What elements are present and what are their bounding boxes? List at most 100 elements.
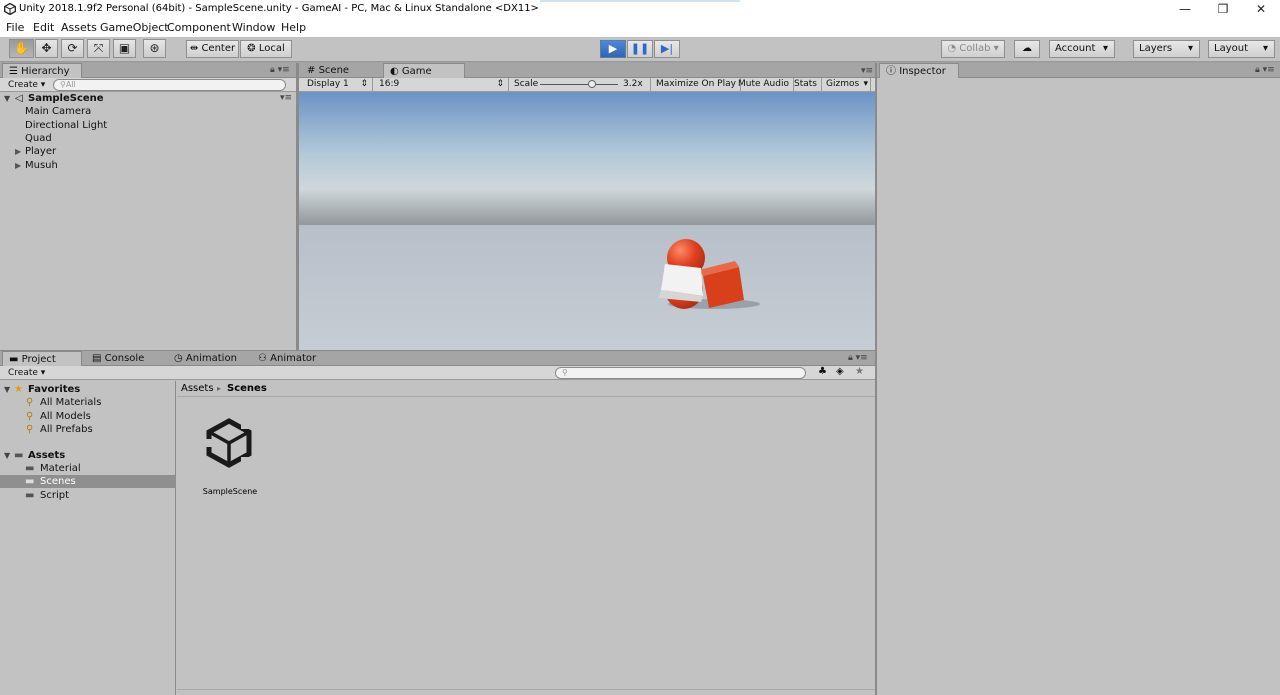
tab-animator[interactable]: ⚇ Animator [252, 351, 336, 366]
tab-inspector[interactable]: ⓘ Inspector [879, 63, 959, 78]
hierarchy-item-player[interactable]: ▶ Player [0, 145, 296, 158]
lock-icon[interactable]: 🔒︎ ▾≡ [270, 65, 290, 75]
splitter-inspector[interactable] [875, 63, 877, 695]
step-button[interactable]: ▶| [654, 40, 680, 58]
display-dropdown[interactable]: Display 1 ⇕ [303, 78, 373, 91]
favorite-all-materials[interactable]: ⚲ All Materials [0, 396, 176, 409]
project-create-button[interactable]: Create ▾ [8, 367, 45, 379]
aspect-dropdown[interactable]: 16:9 ⇕ [375, 78, 509, 91]
mute-audio-toggle[interactable]: Mute Audio [734, 78, 794, 91]
scale-slider-thumb[interactable] [588, 80, 596, 88]
scene-menu-icon[interactable]: ▾≡ [280, 92, 292, 105]
breadcrumb-scenes[interactable]: Scenes [227, 381, 267, 397]
favorite-button[interactable]: ★ [855, 366, 864, 378]
clock-icon: ◷ [174, 353, 183, 364]
expand-arrow-icon[interactable]: ▶ [15, 145, 21, 158]
transform-tool-button[interactable]: ⊛ [143, 39, 166, 58]
project-subbar: Create ▾ ⚲ ♣ ◈ ★ [0, 366, 875, 380]
tab-scene[interactable]: # Scene [301, 63, 381, 78]
title-accent-strip [540, 0, 740, 2]
lock-icon[interactable]: 🔒︎ ▾≡ [1255, 65, 1275, 75]
scale-icon: ⤧ [93, 41, 104, 55]
pivot-center-toggle[interactable]: ⇹ Center [186, 40, 239, 58]
menu-help[interactable]: Help [281, 21, 306, 34]
search-icon: ⚲ [26, 424, 34, 435]
menu-assets[interactable]: Assets [61, 21, 97, 34]
move-tool-button[interactable]: ✥ [35, 39, 58, 58]
menu-component[interactable]: Component [167, 21, 231, 34]
asset-item-samplescene[interactable]: SampleScene [195, 417, 265, 501]
ground-plane [299, 225, 875, 350]
asset-label: SampleScene [202, 487, 258, 496]
folder-icon: ▬ [25, 490, 35, 501]
menu-gameobject[interactable]: GameObject [100, 21, 169, 34]
account-dropdown[interactable]: Account ▾ [1049, 40, 1115, 58]
gizmos-dropdown[interactable]: Gizmos ▾ [822, 78, 871, 91]
filter-type-button[interactable]: ♣ [818, 366, 827, 378]
expand-arrow-icon[interactable]: ▶ [15, 159, 21, 172]
view-tabstrip: # Scene ◐ Game ▾≡ [299, 63, 875, 78]
scale-slider[interactable]: Scale 3.2x [510, 78, 651, 91]
lock-icon[interactable]: 🔒︎ ▾≡ [848, 353, 868, 363]
project-search-input[interactable]: ⚲ [555, 367, 806, 379]
local-globe-icon: ❂ [247, 43, 256, 54]
expand-arrow-icon: ▼ [4, 385, 11, 394]
layout-dropdown[interactable]: Layout ▾ [1208, 40, 1275, 58]
pause-button[interactable]: ❚❚ [627, 40, 653, 58]
folder-scenes[interactable]: ▬ Scenes [0, 475, 176, 488]
menu-window[interactable]: Window [232, 21, 275, 34]
tab-game[interactable]: ◐ Game [383, 63, 465, 78]
inspector-tabstrip: ⓘ Inspector 🔒︎ ▾≡ [877, 63, 1280, 78]
menu-edit[interactable]: Edit [33, 21, 54, 34]
folder-script[interactable]: ▬ Script [0, 489, 176, 502]
pivot-local-toggle[interactable]: ❂ Local [240, 40, 292, 58]
hierarchy-item-quad[interactable]: Quad [0, 132, 296, 145]
project-status-bar [177, 689, 875, 695]
favorite-all-prefabs[interactable]: ⚲ All Prefabs [0, 423, 176, 436]
tab-animation[interactable]: ◷ Animation [168, 351, 252, 366]
scale-tool-button[interactable]: ⤧ [87, 39, 110, 58]
search-icon: ⚲ [562, 368, 568, 377]
minimize-button[interactable]: — [1166, 0, 1204, 19]
rect-tool-button[interactable]: ▣ [113, 39, 136, 58]
hierarchy-create-button[interactable]: Create ▾ [8, 79, 45, 91]
favorite-all-models[interactable]: ⚲ All Models [0, 410, 176, 423]
maximize-on-play-toggle[interactable]: Maximize On Play [652, 78, 741, 91]
splitter-horizontal[interactable] [0, 350, 875, 351]
panel-menu-icon[interactable]: ▾≡ [861, 66, 873, 76]
menu-file[interactable]: File [6, 21, 24, 34]
hierarchy-search-input[interactable]: ⚲All [53, 79, 286, 91]
maximize-button[interactable]: ❐ [1204, 0, 1242, 19]
search-icon: ⚲ [26, 411, 34, 422]
breadcrumb-separator-icon: ▸ [217, 384, 222, 393]
collab-dropdown[interactable]: ◔ Collab ▾ [941, 40, 1005, 58]
tag-icon: ◈ [836, 366, 844, 377]
play-button[interactable]: ▶ [600, 40, 626, 58]
project-panel: ▬ Project ▤ Console ◷ Animation ⚇ Animat… [0, 351, 875, 695]
stats-toggle[interactable]: Stats [790, 78, 822, 91]
tab-console[interactable]: ▤ Console [86, 351, 166, 366]
hand-tool-button[interactable]: ✋ [9, 39, 34, 58]
hierarchy-item-musuh[interactable]: ▶ Musuh [0, 159, 296, 172]
close-button[interactable]: ✕ [1242, 0, 1280, 19]
scale-slider-track[interactable] [540, 84, 618, 85]
tab-project[interactable]: ▬ Project [2, 351, 82, 366]
scene-root-row[interactable]: ▼ ◁ SampleScene ▾≡ [0, 92, 296, 105]
folder-material[interactable]: ▬ Material [0, 462, 176, 475]
project-folder-tree: ▼ ★ Favorites ⚲ All Materials ⚲ All Mode… [0, 381, 176, 695]
rotate-tool-button[interactable]: ⟳ [61, 39, 84, 58]
collab-check-icon: ◔ [947, 43, 957, 54]
filter-label-button[interactable]: ◈ [836, 366, 844, 378]
layers-dropdown[interactable]: Layers ▾ [1133, 40, 1200, 58]
breadcrumb-assets[interactable]: Assets [181, 381, 214, 397]
hierarchy-item-main-camera[interactable]: Main Camera [0, 105, 296, 118]
star-icon: ★ [14, 384, 23, 395]
tab-hierarchy[interactable]: ☰ Hierarchy [2, 63, 82, 78]
sky [299, 92, 875, 227]
splitter-vertical[interactable] [296, 63, 299, 350]
game-viewport[interactable] [299, 92, 875, 350]
cloud-button[interactable]: ☁ [1014, 40, 1040, 58]
hierarchy-item-directional-light[interactable]: Directional Light [0, 119, 296, 132]
assets-root-row[interactable]: ▼ ▬ Assets [0, 449, 176, 462]
favorites-row[interactable]: ▼ ★ Favorites [0, 383, 176, 396]
